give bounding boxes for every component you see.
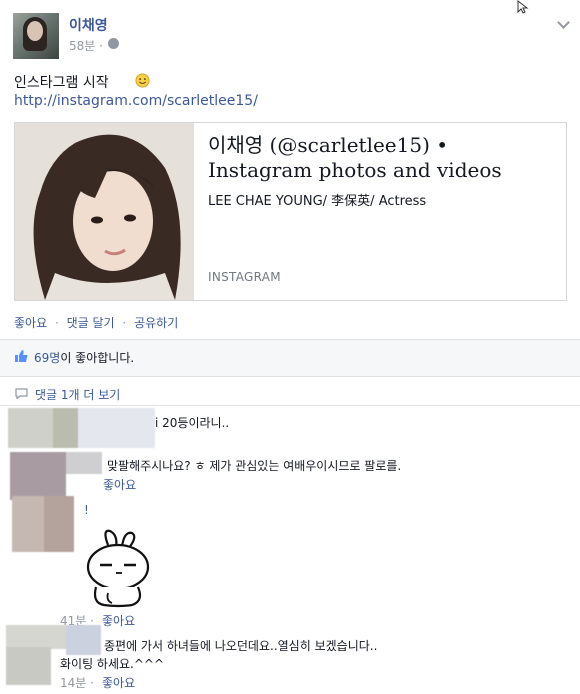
author-avatar[interactable]	[13, 13, 59, 59]
divider	[0, 376, 580, 377]
author-name[interactable]: 이채영	[69, 15, 108, 35]
comment-text: i 20등이라니..	[155, 416, 230, 430]
redacted-commenter-block	[10, 452, 102, 500]
post-actions: 좋아요 · 댓글 달기 · 공유하기	[14, 314, 178, 331]
likes-count-link[interactable]: 69명	[34, 351, 60, 365]
post-timestamp[interactable]: 58분 ·	[69, 37, 103, 54]
comment-text-line2: 화이팅 하세요.^^^	[60, 657, 165, 671]
globe-icon	[108, 38, 119, 49]
view-more-comments-link[interactable]: 댓글 1개 더 보기	[35, 386, 120, 403]
link-preview-title[interactable]: 이채영 (@scarletlee15) • Instagram photos a…	[208, 133, 558, 183]
post-link[interactable]: http://instagram.com/scarletlee15/	[14, 93, 258, 109]
thumbs-up-icon	[15, 350, 28, 362]
rabbit-sticker-image	[86, 529, 150, 608]
link-preview-description: LEE CHAE YOUNG/ 李保英/ Actress	[208, 194, 427, 209]
redacted-commenter-block	[8, 408, 155, 448]
comment-like-button[interactable]: 좋아요	[102, 612, 135, 629]
comment-button[interactable]: 댓글 달기	[67, 316, 115, 330]
likes-suffix: 이 좋아합니다.	[60, 351, 135, 365]
divider	[0, 405, 580, 406]
chevron-down-icon[interactable]	[557, 16, 570, 29]
comment-like-button[interactable]: 좋아요	[102, 674, 135, 691]
smiley-emoticon-icon	[135, 73, 150, 88]
share-button[interactable]: 공유하기	[134, 316, 178, 330]
mouse-cursor-icon	[517, 0, 529, 14]
like-button[interactable]: 좋아요	[14, 316, 47, 330]
separator: ·	[122, 316, 127, 330]
comment-text: 종편에 가서 하녀들에 나오던데요..열심히 보겠습니다..	[104, 639, 378, 653]
profile-photo-image	[15, 123, 194, 300]
link-preview-source: INSTAGRAM	[208, 270, 281, 284]
comment-like-button[interactable]: 좋아요	[103, 476, 136, 493]
link-preview-image[interactable]	[15, 123, 194, 300]
comment-bubble-icon	[15, 388, 28, 399]
separator: ·	[54, 316, 59, 330]
comment-timestamp[interactable]: 14분 ·	[60, 674, 94, 691]
likes-summary: 69명이 좋아합니다.	[34, 349, 134, 366]
comment-text: !	[84, 503, 89, 517]
redacted-commenter-block	[12, 496, 88, 552]
comment-text: 맞팔해주시나요? ㅎ 제가 관심있는 여배우이시므로 팔로를.	[107, 459, 402, 473]
post-text: 인스타그램 시작	[14, 75, 109, 91]
